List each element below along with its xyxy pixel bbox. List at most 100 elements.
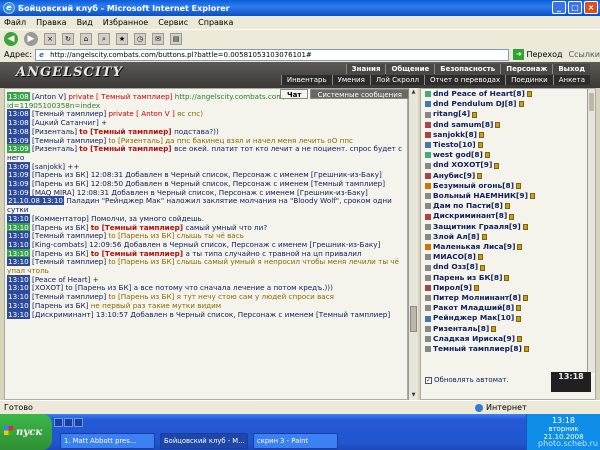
forward-arrow-icon[interactable]: ▶ (24, 31, 38, 46)
print-icon[interactable]: ▤ (170, 32, 182, 45)
chat-timestamp[interactable]: 13:10 (7, 309, 30, 319)
chat-timestamp[interactable]: 13:10 (7, 239, 30, 249)
quicklaunch-ie-icon[interactable] (64, 418, 73, 427)
user-list-item[interactable]: west god[8] (425, 150, 589, 160)
user-name[interactable]: Анубис[9] (433, 171, 475, 181)
user-info-icon[interactable] (472, 111, 478, 118)
user-info-icon[interactable] (517, 335, 523, 342)
game-nav-subitem[interactable]: Анкета (552, 75, 590, 85)
game-nav-item[interactable]: Знания (345, 64, 386, 74)
user-name[interactable]: Маленькая Лиса[9] (433, 242, 515, 252)
chat-timestamp[interactable]: 13:09 (7, 170, 30, 180)
chat-text-nick[interactable]: [Парень из БК] (32, 223, 91, 232)
chat-timestamp[interactable]: 13:10 (7, 257, 30, 267)
chat-text-nick[interactable]: [Темный тамплиер] (32, 292, 108, 301)
maximize-button[interactable]: □ (568, 1, 582, 14)
chat-text-link[interactable]: id=11905100358n=index (7, 101, 100, 110)
close-button[interactable]: × (584, 1, 598, 14)
user-info-icon[interactable] (504, 274, 510, 281)
chat-timestamp[interactable]: 13:09 (7, 187, 30, 197)
auto-refresh-toggle[interactable]: ✓ Обновлять автомат. (425, 376, 509, 384)
minimize-button[interactable]: _ (552, 1, 566, 14)
user-list-item[interactable]: dnd samum[8] (425, 120, 589, 130)
user-list-item[interactable]: Ракот Младший[8] (425, 303, 589, 313)
user-list-item[interactable]: dnd ХОХОТ[9] (425, 160, 589, 170)
history-icon[interactable]: ◷ (134, 32, 146, 45)
auto-refresh-checkbox[interactable]: ✓ (425, 376, 432, 384)
chat-text-nick[interactable]: [Ризенталь] (32, 144, 79, 153)
user-list-item[interactable]: sanjokk[8] (425, 130, 589, 140)
user-list-item[interactable]: Парень из БК[8] (425, 273, 589, 283)
user-list-item[interactable]: Дискриминант[8] (425, 211, 589, 221)
user-info-icon[interactable] (516, 315, 522, 322)
user-info-icon[interactable] (491, 325, 497, 332)
user-info-icon[interactable] (495, 121, 501, 128)
user-name[interactable]: dnd samum[8] (433, 120, 493, 130)
chat-text-nick[interactable]: [MAQ MIRA] (32, 188, 77, 197)
chat-timestamp[interactable]: 13:08 (7, 118, 30, 128)
user-list-item[interactable]: Tiesto[10] (425, 140, 589, 150)
user-name[interactable]: dnd Озз[8] (433, 262, 478, 272)
user-list-item[interactable]: Маленькая Лиса[9] (425, 242, 589, 252)
user-info-icon[interactable] (494, 162, 500, 169)
links-button[interactable]: Ссылки (569, 50, 600, 59)
chat-timestamp[interactable]: 13:10 (7, 292, 30, 302)
user-info-icon[interactable] (517, 244, 523, 251)
game-nav-subitem[interactable]: Лой Скролл (369, 75, 424, 85)
chat-text-nick[interactable]: [Парень из БК] (32, 249, 91, 258)
scroll-down-icon[interactable]: ▼ (410, 392, 417, 399)
chat-text-nick[interactable]: [King-combats] (32, 240, 89, 249)
user-name[interactable]: Злой Ал[8] (433, 232, 480, 242)
user-name[interactable]: Защитник Грааля[9] (433, 222, 521, 232)
user-list-item[interactable]: Дам по Пасти[8] (425, 201, 589, 211)
game-nav-subitem[interactable]: Инвентарь (280, 75, 332, 85)
chat-scrollbar[interactable]: ▲ ▼ (408, 88, 418, 400)
user-name[interactable]: Парень из БК[8] (433, 273, 502, 283)
search-icon[interactable]: ⌕ (98, 32, 110, 45)
user-list-item[interactable]: Защитник Грааля[9] (425, 222, 589, 232)
taskbar-item-paint[interactable]: скрин 3 - Paint (253, 433, 338, 449)
user-name[interactable]: Безумный огонь[8] (433, 181, 514, 191)
chat-timestamp[interactable]: 13:09 (7, 161, 30, 171)
chat-text-nick[interactable]: подстава?)) (174, 127, 219, 136)
user-name[interactable]: Дискриминант[8] (433, 211, 507, 221)
stop-icon[interactable]: × (44, 32, 56, 45)
user-list-item[interactable]: Злой Ал[8] (425, 232, 589, 242)
user-list-item[interactable]: Рейнджер Мак[10] (425, 313, 589, 323)
chat-timestamp[interactable]: 13:10 (7, 283, 30, 293)
game-nav-item[interactable]: Общение (385, 64, 435, 74)
user-list-item[interactable]: dnd Peace of Heart[8] (425, 89, 589, 99)
user-list-item[interactable]: dnd Pendulum DJ[8] (425, 99, 589, 109)
menu-view[interactable]: Вид (77, 18, 93, 27)
chat-timestamp[interactable]: 13:09 (7, 144, 30, 154)
chat-text-nick[interactable]: [sanjokk] ++ (32, 162, 79, 171)
chat-text-nick[interactable]: [Ризенталь] (32, 127, 79, 136)
chat-timestamp[interactable]: 13:09 (7, 135, 30, 145)
user-list-item[interactable]: Темный тамплиер[8] (425, 344, 589, 354)
game-nav-item[interactable]: Выход (552, 64, 590, 74)
user-list-item[interactable]: Вольный НАЕМНИК[9] (425, 191, 589, 201)
user-info-icon[interactable] (504, 203, 510, 210)
user-name[interactable]: dnd Peace of Heart[8] (433, 89, 525, 99)
user-name[interactable]: Вольный НАЕМНИК[9] (433, 191, 528, 201)
taskbar-item-presentation[interactable]: 1. Matt Abbott pres... (60, 433, 155, 449)
chat-timestamp[interactable]: 13:09 (7, 179, 30, 189)
user-name[interactable]: dnd ХОХОТ[9] (433, 160, 492, 170)
user-info-icon[interactable] (523, 295, 529, 302)
chat-text-nick[interactable]: [Парень из БК] (32, 170, 91, 179)
chat-timestamp[interactable]: 13:08 (7, 92, 30, 101)
user-list-item[interactable]: dnd Озз[8] (425, 262, 589, 272)
user-list-item[interactable]: Ризенталь[8] (425, 324, 589, 334)
user-info-icon[interactable] (509, 213, 515, 220)
user-name[interactable]: Ракот Младший[8] (433, 303, 514, 313)
window-titlebar[interactable]: e Бойцовский клуб - Microsoft Internet E… (0, 0, 600, 16)
favorites-star-icon[interactable]: ★ (116, 32, 128, 45)
chat-text-nick[interactable]: [ХОХОТ] to [Парень из БК] а все потому ч… (32, 283, 333, 293)
scroll-up-icon[interactable]: ▲ (410, 89, 417, 96)
chat-timestamp[interactable]: 13:08 (7, 109, 30, 119)
user-list-item[interactable]: МИАСО[8] (425, 252, 589, 262)
user-info-icon[interactable] (480, 264, 486, 271)
menu-favorites[interactable]: Избранное (103, 18, 148, 27)
chat-timestamp[interactable]: 21.10.08 13:10 (7, 196, 65, 206)
chat-log[interactable]: 13:08 [Anton V] private [ Темный тамплие… (4, 88, 408, 400)
